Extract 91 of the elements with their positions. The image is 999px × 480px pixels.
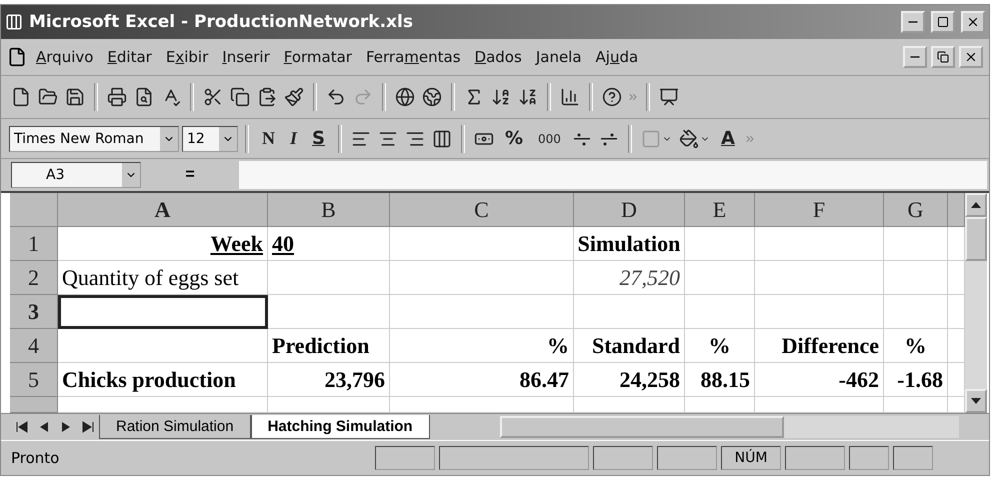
left-arrow-icon bbox=[38, 421, 50, 433]
font-size-field[interactable]: 12 bbox=[182, 126, 238, 152]
scroll-down-button[interactable] bbox=[965, 389, 987, 413]
name-box[interactable]: A3 bbox=[11, 162, 141, 188]
underline-button[interactable]: S bbox=[306, 126, 331, 151]
column-header[interactable]: C bbox=[390, 193, 574, 227]
table-cell: 40 bbox=[268, 227, 390, 261]
table-cell: Quantity of eggs set bbox=[58, 261, 268, 295]
close-button[interactable] bbox=[961, 11, 985, 33]
row-header[interactable]: 2 bbox=[10, 261, 58, 295]
column-header[interactable]: F bbox=[755, 193, 884, 227]
thousands-button[interactable]: 000 bbox=[532, 130, 567, 148]
menu-item[interactable]: Exibir bbox=[160, 46, 214, 68]
percent-button[interactable]: % bbox=[498, 126, 530, 151]
scroll-up-button[interactable] bbox=[965, 193, 987, 217]
italic-button[interactable]: I bbox=[284, 126, 304, 151]
row-header[interactable]: 1 bbox=[10, 227, 58, 261]
borders-icon bbox=[640, 128, 661, 148]
column-header[interactable]: G bbox=[884, 193, 948, 227]
right-arrow-icon bbox=[60, 421, 72, 433]
table-cell: 86.47 bbox=[390, 363, 574, 397]
last-arrow-icon bbox=[82, 421, 94, 433]
table-cell: -462 bbox=[755, 363, 884, 397]
row-header[interactable]: 5 bbox=[10, 363, 58, 397]
row-header[interactable]: 3 bbox=[10, 295, 58, 329]
globe-icon[interactable] bbox=[420, 85, 444, 109]
paintbrush-icon[interactable] bbox=[282, 85, 306, 109]
printer-icon[interactable] bbox=[105, 85, 129, 109]
table-cell: Chicks production bbox=[58, 363, 268, 397]
window-title: Microsoft Excel - ProductionNetwork.xls bbox=[29, 12, 414, 32]
maximize-icon bbox=[937, 16, 949, 28]
maximize-button[interactable] bbox=[931, 11, 955, 33]
sheet-tab[interactable]: Hatching Simulation bbox=[250, 415, 430, 439]
copy-icon[interactable] bbox=[228, 85, 252, 109]
document-icon[interactable] bbox=[7, 47, 27, 67]
up-arrow-icon bbox=[971, 202, 981, 208]
first-arrow-icon bbox=[16, 421, 28, 433]
table-cell: Difference bbox=[755, 329, 884, 363]
menu-item[interactable]: Dados bbox=[470, 46, 527, 68]
num-lock-indicator: NÚM bbox=[721, 446, 781, 470]
status-panel bbox=[849, 446, 889, 470]
column-header[interactable]: B bbox=[268, 193, 390, 227]
down-arrow-icon bbox=[971, 398, 981, 404]
paint-bucket-icon bbox=[678, 128, 699, 148]
selected-cell[interactable] bbox=[58, 295, 268, 329]
status-panel bbox=[893, 446, 933, 470]
row-header[interactable]: 4 bbox=[10, 329, 58, 363]
formula-field[interactable] bbox=[239, 161, 987, 189]
restore-button[interactable] bbox=[931, 46, 955, 68]
menu-item[interactable]: Ferramentas bbox=[360, 46, 466, 68]
status-panel bbox=[785, 446, 845, 470]
table-cell: % bbox=[685, 329, 755, 363]
menu-item[interactable]: Ajuda bbox=[590, 46, 644, 68]
table-cell: Week bbox=[58, 227, 268, 261]
column-header[interactable]: A bbox=[58, 193, 268, 227]
close-icon bbox=[966, 15, 980, 29]
font-color-button[interactable]: A bbox=[714, 126, 741, 151]
menu-item[interactable]: Janela bbox=[530, 46, 587, 68]
table-cell: 27,520 bbox=[574, 261, 685, 295]
menu-item[interactable]: Inserir bbox=[217, 46, 275, 68]
status-panel bbox=[593, 446, 653, 470]
column-header[interactable]: D bbox=[574, 193, 685, 227]
table-cell: % bbox=[884, 329, 948, 363]
table-cell: 24,258 bbox=[574, 363, 685, 397]
status-panel bbox=[657, 446, 717, 470]
scroll-thumb[interactable] bbox=[500, 416, 784, 438]
vertical-scrollbar[interactable] bbox=[965, 193, 987, 413]
menu-item[interactable]: Arquivo bbox=[31, 46, 98, 68]
table-cell: Simulation bbox=[574, 227, 685, 261]
table-cell: 23,796 bbox=[268, 363, 390, 397]
scroll-thumb[interactable] bbox=[965, 217, 987, 261]
bold-button[interactable]: N bbox=[256, 126, 281, 151]
column-header[interactable]: E bbox=[685, 193, 755, 227]
status-text: Pronto bbox=[11, 449, 60, 467]
horizontal-scrollbar[interactable] bbox=[500, 416, 959, 438]
menu-item[interactable]: Editar bbox=[102, 46, 157, 68]
globe-icon[interactable] bbox=[393, 85, 417, 109]
sheet-tab[interactable]: Ration Simulation bbox=[99, 415, 251, 439]
status-panel bbox=[375, 446, 435, 470]
spreadsheet-app-icon bbox=[5, 13, 23, 31]
menu-item[interactable]: Formatar bbox=[278, 46, 357, 68]
help-icon[interactable] bbox=[600, 85, 624, 109]
table-cell: Prediction bbox=[268, 329, 390, 363]
close-icon bbox=[964, 50, 978, 64]
table-cell: Standard bbox=[574, 329, 685, 363]
table-cell: 88.15 bbox=[685, 363, 755, 397]
font-field[interactable]: Times New Roman bbox=[9, 126, 179, 152]
table-cell: -1.68 bbox=[884, 363, 948, 397]
table-cell: % bbox=[390, 329, 574, 363]
restore-icon bbox=[937, 51, 949, 63]
close-button[interactable] bbox=[959, 46, 983, 68]
